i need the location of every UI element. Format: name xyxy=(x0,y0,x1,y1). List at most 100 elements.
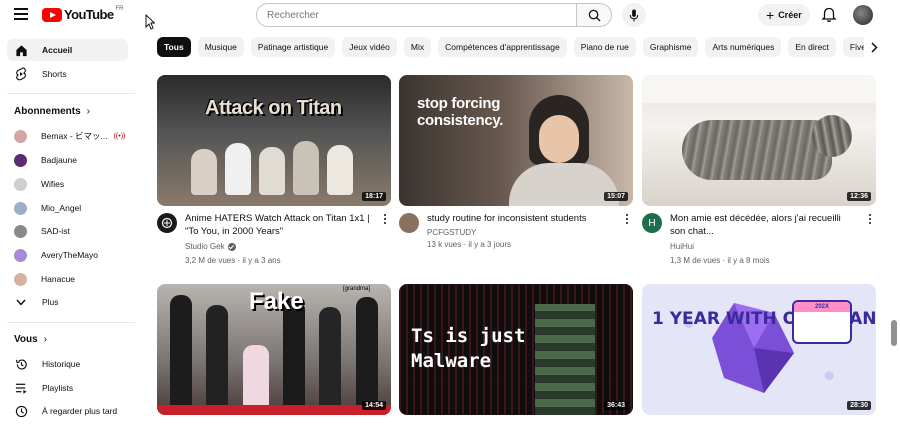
create-label: Créer xyxy=(778,10,802,20)
account-avatar[interactable] xyxy=(853,5,873,25)
thumbnail-title: Attack on Titan xyxy=(205,97,342,119)
chip[interactable]: En direct xyxy=(788,37,836,57)
sidebar-item-label: Mio_Angel xyxy=(41,203,82,213)
chip[interactable]: Jeux vidéo xyxy=(342,37,397,57)
thumbnail-red-carpet xyxy=(157,405,391,415)
verified-icon xyxy=(227,242,236,251)
youtube-logo[interactable]: YouTube FR xyxy=(42,5,124,22)
live-icon: ((•)) xyxy=(113,132,126,140)
chip[interactable]: Patinage artistique xyxy=(250,37,336,57)
subscriptions-header[interactable]: Abonnements › xyxy=(14,106,90,117)
channel-avatar xyxy=(14,248,27,262)
search-button[interactable] xyxy=(576,3,612,27)
sidebar-item-history[interactable]: Historique xyxy=(7,353,128,375)
search-input[interactable] xyxy=(256,3,576,27)
chip[interactable]: Arts numériques xyxy=(705,37,782,57)
channel-avatar xyxy=(14,177,27,191)
sidebar-item-channel[interactable]: AveryTheMayo xyxy=(7,244,128,266)
thumbnail-title: Ts is just Malware xyxy=(411,325,526,372)
video-duration: 28:30 xyxy=(847,401,871,410)
channel-avatar[interactable] xyxy=(399,213,419,233)
video-thumbnail[interactable]: Fake [grandma] 14:54 xyxy=(157,284,391,415)
video-thumbnail[interactable]: 1 YEAR WITH OBSIDIAN 202X 28:30 xyxy=(642,284,876,415)
channel-avatar[interactable] xyxy=(157,213,177,233)
sidebar-item-channel[interactable]: Badjaune xyxy=(7,149,128,171)
video-card: Ts is just Malware 36:43 xyxy=(399,284,633,415)
channel-name: Studio Gek xyxy=(185,242,225,251)
sidebar-item-more[interactable]: Plus xyxy=(7,291,128,313)
youtube-play-icon xyxy=(42,7,62,22)
sidebar-item-label: Wifies xyxy=(41,179,65,189)
chevron-right-icon: › xyxy=(86,106,91,117)
sidebar-item-channel[interactable]: Bemax - ビマッ... ((•)) xyxy=(7,125,128,147)
voice-search-button[interactable] xyxy=(622,3,646,27)
you-header[interactable]: Vous › xyxy=(14,334,47,345)
more-options-icon[interactable] xyxy=(866,212,874,226)
chip[interactable]: Compétences d'apprentissage xyxy=(438,37,567,57)
chips-next-button[interactable] xyxy=(864,37,884,57)
sidebar-item-channel[interactable]: Mio_Angel xyxy=(7,197,128,219)
search-bar xyxy=(256,3,612,27)
video-channel[interactable]: Studio Gek xyxy=(185,242,236,251)
video-stats: 1,3 M de vues · il y a 8 mois xyxy=(670,256,770,265)
video-thumbnail[interactable]: stop forcing consistency. 15:07 xyxy=(399,75,633,206)
channel-avatar[interactable]: H xyxy=(642,213,662,233)
sidebar: Accueil Shorts Abonnements › Bemax - ビマッ… xyxy=(0,30,140,424)
video-card: stop forcing consistency. 15:07 study ro… xyxy=(399,75,633,272)
sidebar-divider xyxy=(7,93,135,94)
home-icon xyxy=(14,43,28,57)
create-button[interactable]: + Créer xyxy=(758,4,810,26)
watch-later-icon xyxy=(14,404,28,418)
sidebar-item-playlists[interactable]: Playlists xyxy=(7,377,128,399)
video-duration: 36:43 xyxy=(604,401,628,410)
video-channel[interactable]: HuiHui xyxy=(670,242,694,251)
thumbnail-calendar: 202X xyxy=(792,300,852,344)
video-title[interactable]: Anime HATERS Watch Attack on Titan 1x1 |… xyxy=(185,212,373,238)
sidebar-item-channel[interactable]: Hanacue xyxy=(7,268,128,290)
chip[interactable]: Piano de rue xyxy=(573,37,636,57)
thumbnail-pixel-figure xyxy=(535,304,595,415)
chip-all[interactable]: Tous xyxy=(157,37,191,57)
video-channel[interactable]: PCFGSTUDY xyxy=(427,228,476,237)
sidebar-item-home[interactable]: Accueil xyxy=(7,39,128,61)
video-thumbnail[interactable]: 12:36 xyxy=(642,75,876,206)
microphone-icon xyxy=(629,8,639,22)
video-meta: study routine for inconsistent students … xyxy=(399,212,633,272)
chip[interactable]: Musique xyxy=(197,37,244,57)
sidebar-item-watch-later[interactable]: À regarder plus tard xyxy=(7,400,128,422)
thumbnail-title: stop forcing consistency. xyxy=(417,95,504,129)
thumbnail-cat-head xyxy=(812,115,852,157)
video-title[interactable]: Mon amie est décédée, alors j'ai recueil… xyxy=(670,212,858,238)
playlists-icon xyxy=(14,381,28,395)
thumbnail-title: Fake xyxy=(249,288,304,315)
shorts-icon xyxy=(14,67,28,81)
video-thumbnail[interactable]: Attack on Titan 18:17 xyxy=(157,75,391,206)
notifications-icon[interactable] xyxy=(820,6,838,24)
history-icon xyxy=(14,357,28,371)
chip[interactable]: Mix xyxy=(403,37,432,57)
video-duration: 18:17 xyxy=(362,192,386,201)
video-title[interactable]: study routine for inconsistent students xyxy=(427,212,615,225)
page-scrollbar[interactable] xyxy=(891,320,897,346)
sidebar-item-channel[interactable]: SAD-ist xyxy=(7,220,128,242)
video-card: 12:36 H Mon amie est décédée, alors j'ai… xyxy=(642,75,876,272)
top-bar: YouTube FR + Créer xyxy=(0,0,900,30)
logo-country: FR xyxy=(115,5,124,12)
video-thumbnail[interactable]: Ts is just Malware 36:43 xyxy=(399,284,633,415)
channel-name: PCFGSTUDY xyxy=(427,228,477,237)
menu-icon[interactable] xyxy=(14,8,28,22)
sidebar-item-label: Badjaune xyxy=(41,155,77,165)
more-options-icon[interactable] xyxy=(623,212,631,226)
video-meta: Anime HATERS Watch Attack on Titan 1x1 |… xyxy=(157,212,391,272)
channel-avatar xyxy=(14,153,27,167)
sidebar-item-label: Historique xyxy=(42,359,81,369)
video-duration: 14:54 xyxy=(362,401,386,410)
plus-icon: + xyxy=(766,7,775,23)
chip[interactable]: Graphisme xyxy=(642,37,699,57)
sidebar-item-label: Hanacue xyxy=(41,274,76,284)
thumbnail-person-face xyxy=(539,115,579,163)
sidebar-item-label: SAD-ist xyxy=(41,226,70,236)
sidebar-item-shorts[interactable]: Shorts xyxy=(7,63,128,85)
more-options-icon[interactable] xyxy=(381,212,389,226)
sidebar-item-channel[interactable]: Wifies xyxy=(7,173,128,195)
